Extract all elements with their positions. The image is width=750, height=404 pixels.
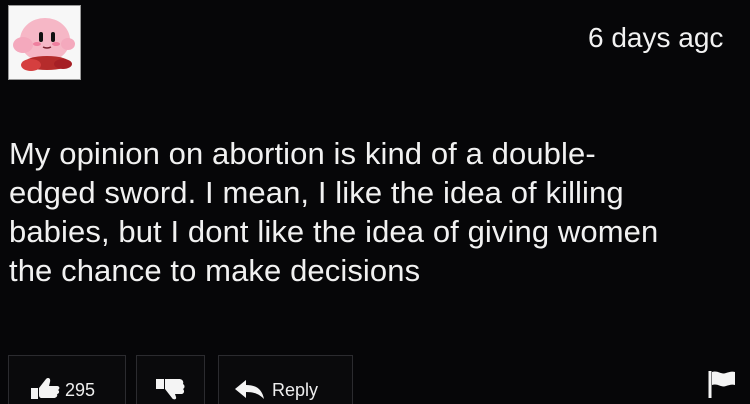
user-avatar[interactable] <box>8 5 81 80</box>
comment-card: 6 days agc My opinion on abortion is kin… <box>0 0 750 404</box>
comment-actions: 295 Reply <box>0 353 750 404</box>
reply-arrow-icon <box>234 378 265 400</box>
like-button[interactable]: 295 <box>8 355 126 404</box>
reply-label: Reply <box>272 380 319 400</box>
flag-icon <box>706 369 736 399</box>
kirby-avatar-image <box>9 6 80 79</box>
like-count: 295 <box>65 380 96 400</box>
post-body: My opinion on abortion is kind of a doub… <box>9 134 739 290</box>
dislike-button[interactable] <box>136 355 205 404</box>
post-timestamp: 6 days agc <box>588 22 724 53</box>
post-body-line: the chance to make decisions <box>9 253 421 288</box>
reply-button[interactable]: Reply <box>218 355 353 404</box>
post-body-line: babies, but I dont like the idea of givi… <box>9 214 659 249</box>
post-body-line: My opinion on abortion is kind of a doub… <box>9 136 596 171</box>
post-body-line: edged sword. I mean, I like the idea of … <box>9 175 624 210</box>
thumbs-up-icon <box>29 376 61 400</box>
thumbs-down-icon <box>154 376 188 400</box>
flag-button[interactable] <box>706 369 736 399</box>
